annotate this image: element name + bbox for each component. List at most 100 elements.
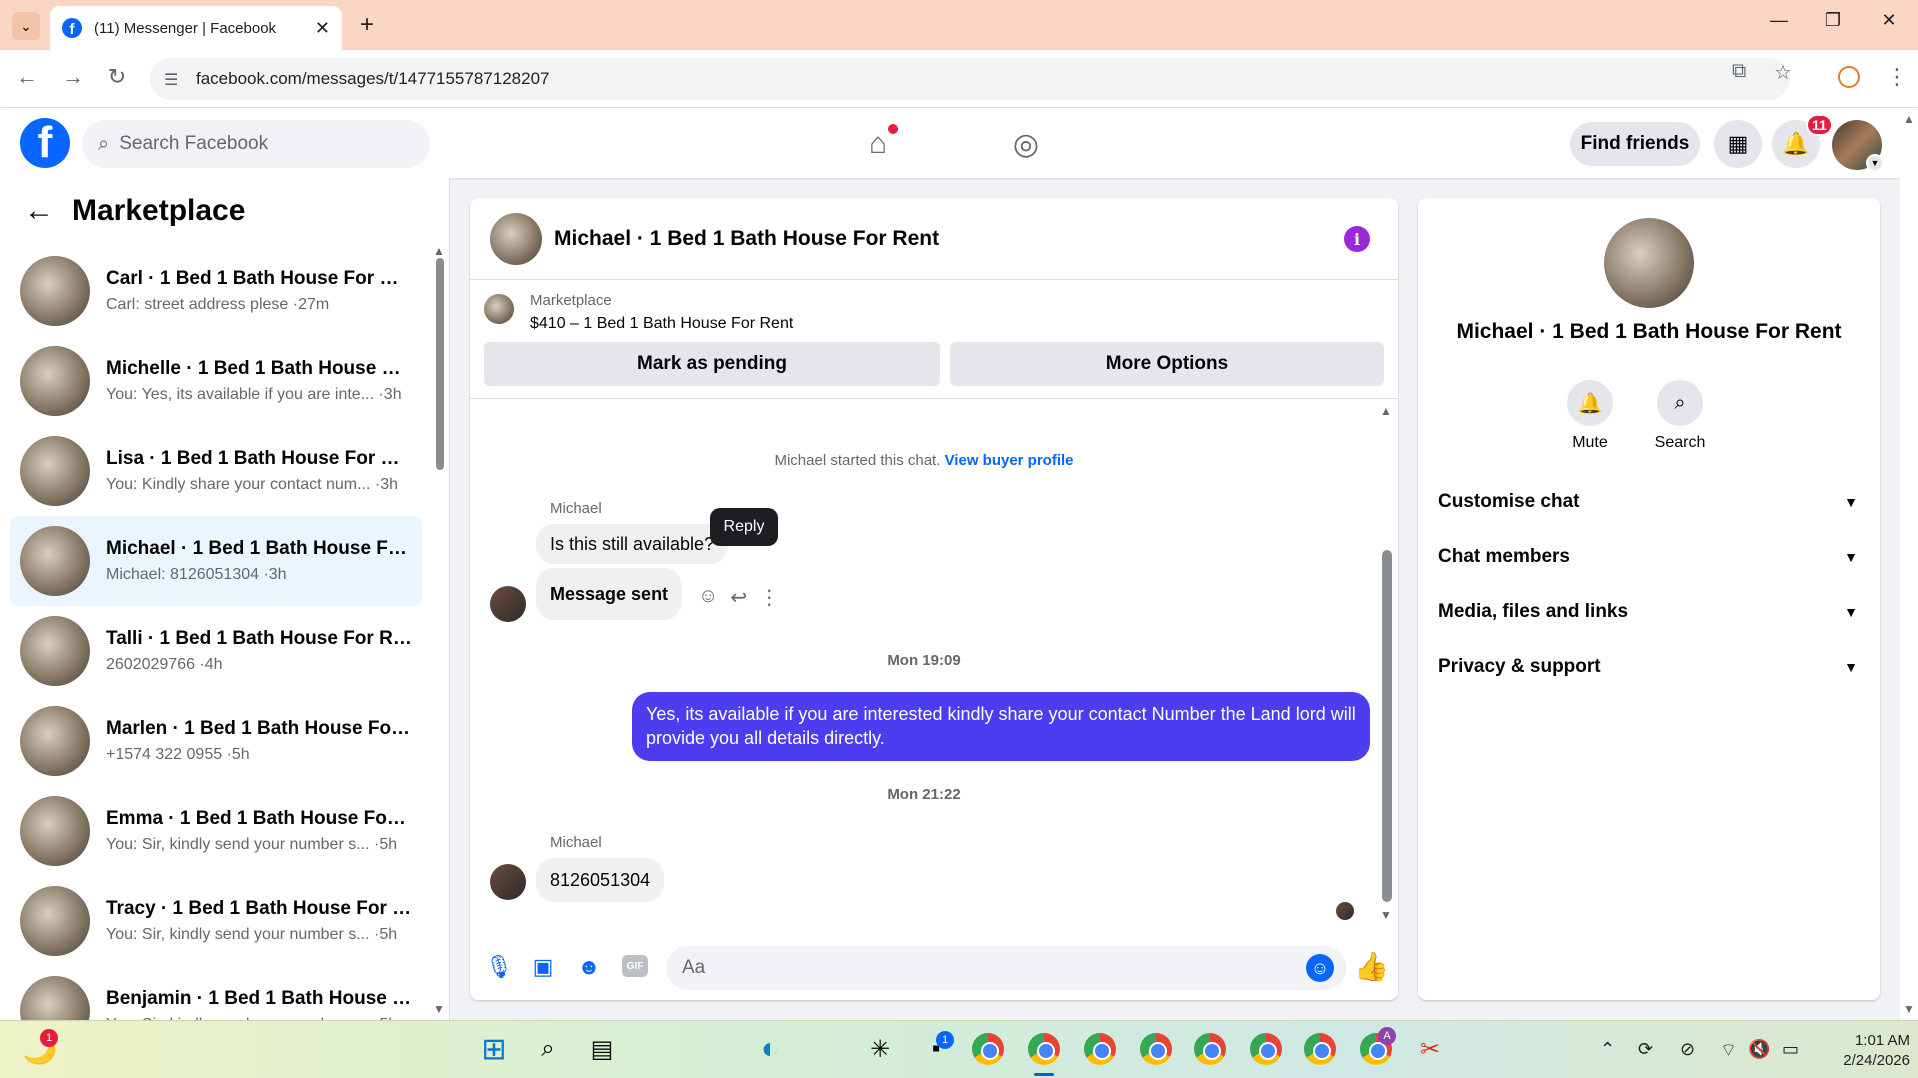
groups-icon[interactable]: ◎ <box>1006 124 1046 164</box>
active-app-indicator <box>1034 1073 1054 1076</box>
mark-as-pending-button[interactable]: Mark as pending <box>484 342 940 386</box>
mute-button[interactable]: 🔔 Mute <box>1550 380 1630 452</box>
microphone-icon[interactable]: 🎙 <box>485 954 513 980</box>
conversation-item[interactable]: Talli · 1 Bed 1 Bath House For Rent 26020… <box>10 606 422 696</box>
outgoing-message-bubble[interactable]: Yes, its available if you are interested… <box>632 692 1370 761</box>
react-emoji-icon[interactable]: ☺ <box>698 585 718 610</box>
scroll-up-arrow[interactable]: ▲ <box>433 244 445 258</box>
listing-summary[interactable]: Marketplace $410 – 1 Bed 1 Bath House Fo… <box>484 292 793 333</box>
battery-icon[interactable]: ▭ <box>1782 1039 1799 1060</box>
view-buyer-profile-link[interactable]: View buyer profile <box>945 452 1074 469</box>
customise-chat-section[interactable]: Customise chat ▼ <box>1438 482 1858 522</box>
sender-name: Michael <box>550 500 602 517</box>
conversation-avatar <box>20 346 90 416</box>
restore-button[interactable]: ❐ <box>1818 10 1848 31</box>
address-bar[interactable]: ☰ facebook.com/messages/t/14771557871282… <box>150 58 1790 100</box>
more-options-button[interactable]: More Options <box>950 342 1384 386</box>
task-view-icon[interactable]: ▤ <box>584 1031 620 1067</box>
facebook-search[interactable]: ⌕ Search Facebook <box>82 120 430 168</box>
close-window-button[interactable]: ✕ <box>1874 10 1904 31</box>
chrome-icon[interactable] <box>1026 1031 1062 1067</box>
emoji-icon[interactable]: ☺ <box>1306 954 1334 982</box>
chrome-icon[interactable] <box>1082 1031 1118 1067</box>
volume-muted-icon[interactable]: 🔇 <box>1748 1039 1770 1060</box>
reply-icon[interactable]: ↩ <box>730 585 747 610</box>
conversation-item[interactable]: Benjamin · 1 Bed 1 Bath House F...You: S… <box>10 966 422 1020</box>
profile-extension-icon[interactable] <box>1838 66 1860 88</box>
info-icon[interactable]: i <box>1344 226 1370 252</box>
chrome-icon[interactable] <box>1248 1031 1284 1067</box>
chrome-icon[interactable] <box>1192 1031 1228 1067</box>
minimize-button[interactable]: — <box>1764 10 1794 31</box>
conversation-name: Talli · 1 Bed 1 Bath House For Rent <box>106 628 412 649</box>
chat-scrollbar[interactable] <box>1382 550 1392 902</box>
scroll-down-arrow[interactable]: ▼ <box>433 1002 445 1016</box>
wifi-icon[interactable]: ⌔ <box>1720 1039 1737 1062</box>
conversation-snippet: You: Yes, its available if you are inte.… <box>106 386 402 403</box>
back-arrow-icon[interactable]: ← <box>24 194 54 228</box>
menu-grid-icon[interactable]: ▦ <box>1714 120 1762 168</box>
conversation-item[interactable]: Michael · 1 Bed 1 Bath House For... Micha… <box>10 516 422 606</box>
system-clock[interactable]: 1:01 AM 2/24/2026 <box>1820 1031 1910 1072</box>
sticker-icon[interactable]: ☻ <box>576 954 602 980</box>
thumbs-up-icon[interactable]: 👍 <box>1354 950 1389 983</box>
scroll-up-arrow[interactable]: ▲ <box>1380 404 1392 418</box>
privacy-support-section[interactable]: Privacy & support ▼ <box>1438 647 1858 687</box>
back-button[interactable]: ← <box>12 64 42 90</box>
windows-start-icon[interactable]: ⊞ <box>476 1031 512 1067</box>
browser-menu-icon[interactable]: ⋮ <box>1886 64 1908 90</box>
conversation-item[interactable]: Michelle · 1 Bed 1 Bath House Fo... You: … <box>10 336 422 426</box>
camera-off-icon[interactable]: ⊘ <box>1680 1039 1695 1060</box>
chat-title[interactable]: Michael · 1 Bed 1 Bath House For Rent <box>554 227 939 251</box>
bookmark-star-icon[interactable]: ☆ <box>1774 60 1792 85</box>
gif-icon[interactable]: GIF <box>622 955 648 977</box>
photo-icon[interactable]: ▣ <box>530 954 556 980</box>
message-bubble[interactable]: Is this still available? <box>536 524 729 564</box>
sidebar-scrollbar[interactable] <box>436 258 444 470</box>
slack-icon[interactable]: ✳ <box>862 1031 898 1067</box>
scroll-up-arrow[interactable]: ▲ <box>1903 112 1915 126</box>
sender-avatar[interactable] <box>490 864 526 900</box>
chrome-icon[interactable] <box>1138 1031 1174 1067</box>
facebook-logo-icon[interactable]: f <box>20 118 70 168</box>
media-files-links-section[interactable]: Media, files and links ▼ <box>1438 592 1858 632</box>
chevron-down-icon[interactable]: ▼ <box>1866 154 1884 172</box>
chat-members-section[interactable]: Chat members ▼ <box>1438 537 1858 577</box>
scroll-down-arrow[interactable]: ▼ <box>1380 908 1392 922</box>
page-scrollbar[interactable]: ▲ ▼ <box>1900 108 1918 1020</box>
find-friends-button[interactable]: Find friends <box>1570 122 1700 166</box>
message-bubble[interactable]: Message sent <box>536 568 683 620</box>
scroll-down-arrow[interactable]: ▼ <box>1903 1002 1915 1016</box>
browser-tab[interactable]: f (11) Messenger | Facebook ✕ <box>50 6 342 50</box>
chrome-icon[interactable] <box>1302 1031 1338 1067</box>
snipping-tool-icon[interactable]: ✂ <box>1412 1031 1448 1067</box>
install-app-icon[interactable]: ⧉ <box>1732 60 1746 83</box>
close-tab-icon[interactable]: ✕ <box>315 18 330 39</box>
tray-overflow-chevron-icon[interactable]: ⌃ <box>1600 1039 1615 1060</box>
conversation-item[interactable]: Carl · 1 Bed 1 Bath House For Rent Carl: … <box>10 246 422 336</box>
conversation-item[interactable]: Emma · 1 Bed 1 Bath House For ... You: Si… <box>10 786 422 876</box>
sender-avatar[interactable] <box>490 586 526 622</box>
reload-button[interactable]: ↻ <box>102 64 132 90</box>
sync-icon[interactable]: ⟳ <box>1638 1039 1653 1060</box>
more-options-icon[interactable]: ⋮ <box>759 585 779 610</box>
message-input[interactable] <box>666 946 1346 990</box>
facebook-favicon-icon: f <box>62 18 82 38</box>
new-tab-button[interactable]: + <box>352 10 382 40</box>
search-conversation-button[interactable]: ⌕ Search <box>1640 380 1720 452</box>
contact-avatar[interactable] <box>1604 218 1694 308</box>
conversation-item[interactable]: Lisa · 1 Bed 1 Bath House For Rent You: K… <box>10 426 422 516</box>
chat-avatar[interactable] <box>490 212 542 265</box>
chevron-down-icon: ▼ <box>1844 604 1858 620</box>
site-info-icon[interactable]: ☰ <box>164 70 178 90</box>
conversation-text: Tracy · 1 Bed 1 Bath House For R... You: … <box>106 898 412 944</box>
message-bubble[interactable]: 8126051304 <box>536 858 665 902</box>
taskbar-search-icon[interactable]: ⌕ <box>530 1031 566 1067</box>
chrome-icon[interactable] <box>970 1031 1006 1067</box>
conversation-list: Carl · 1 Bed 1 Bath House For Rent Carl: … <box>10 246 422 1020</box>
edge-browser-icon[interactable]: ◐ <box>752 1031 788 1067</box>
conversation-item[interactable]: Tracy · 1 Bed 1 Bath House For R... You: … <box>10 876 422 966</box>
conversation-item[interactable]: Marlen · 1 Bed 1 Bath House For ... +1574… <box>10 696 422 786</box>
forward-button[interactable]: → <box>58 64 88 90</box>
tab-search-button[interactable]: ⌄ <box>12 12 40 40</box>
